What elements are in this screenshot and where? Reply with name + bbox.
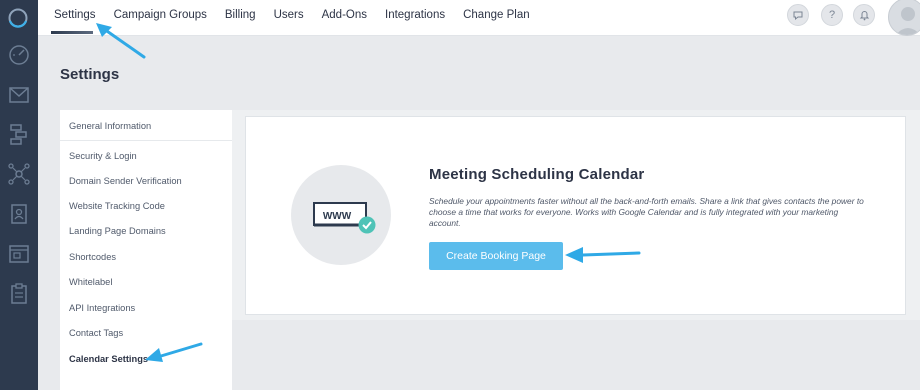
tab-users[interactable]: Users [265,0,313,35]
calendar-illustration: WWW [291,165,391,265]
avatar[interactable] [888,0,920,36]
notifications-button[interactable] [853,4,875,26]
user-avatar-icon [895,7,920,35]
network-icon[interactable] [7,162,31,186]
menu-item-landing-page-domains[interactable]: Landing Page Domains [69,226,166,236]
help-icon: ? [828,9,836,21]
landing-page-icon[interactable] [7,242,31,266]
logo-icon[interactable] [7,7,29,29]
menu-divider [60,140,232,141]
bell-icon [859,11,869,21]
menu-item-calendar-settings[interactable]: Calendar Settings [69,354,148,364]
tab-add-ons[interactable]: Add-Ons [313,0,376,35]
menu-item-contact-tags[interactable]: Contact Tags [69,328,123,338]
page-title: Settings [60,66,120,83]
chat-icon [793,11,803,21]
menu-item-shortcodes[interactable]: Shortcodes [69,252,116,262]
chat-button[interactable] [787,4,809,26]
menu-item-api-integrations[interactable]: API Integrations [69,303,135,313]
menu-item-security-login[interactable]: Security & Login [69,151,137,161]
feature-title: Meeting Scheduling Calendar [429,166,645,183]
annotation-arrow-settings [96,23,146,59]
email-icon[interactable] [7,83,31,107]
reports-icon[interactable] [7,282,31,306]
menu-item-domain-sender-verification[interactable]: Domain Sender Verification [69,176,182,186]
tab-change-plan[interactable]: Change Plan [454,0,539,35]
menu-item-general-information[interactable]: General Information [69,121,151,131]
active-tab-indicator [51,31,93,34]
top-bar: Settings Campaign Groups Billing Users A… [38,0,920,36]
svg-text:WWW: WWW [323,211,352,222]
menu-item-whitelabel[interactable]: Whitelabel [69,277,112,287]
create-booking-page-button[interactable]: Create Booking Page [429,242,563,270]
contacts-icon[interactable] [7,202,31,226]
help-button[interactable]: ? [821,4,843,26]
website-check-icon: WWW [313,202,376,234]
automation-icon[interactable] [7,122,31,146]
tab-integrations[interactable]: Integrations [376,0,454,35]
left-rail [0,0,38,390]
menu-item-website-tracking-code[interactable]: Website Tracking Code [69,201,165,211]
tab-billing[interactable]: Billing [216,0,265,35]
annotation-arrow-calendar-settings [145,342,203,362]
feature-description: Schedule your appointments faster withou… [429,196,864,228]
annotation-arrow-button [565,247,641,263]
calendar-feature-card: WWW Meeting Scheduling Calendar Schedule… [245,116,906,315]
dashboard-icon[interactable] [7,43,31,67]
